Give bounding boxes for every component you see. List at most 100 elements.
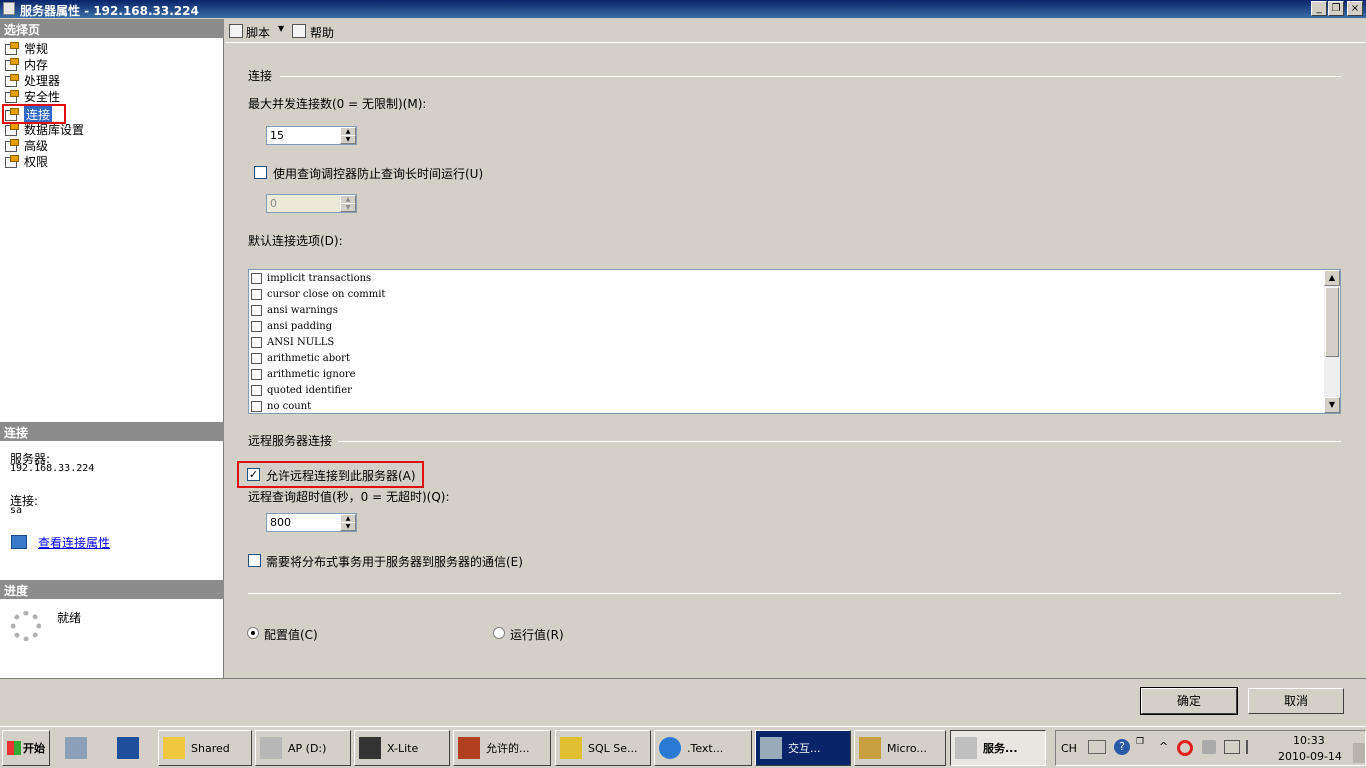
query-governor-spinner[interactable]: 0 ▲ ▼ [266, 194, 357, 213]
close-button[interactable]: × [1347, 1, 1363, 16]
antivirus-icon[interactable] [1177, 740, 1193, 756]
select-page-header: 选择页 [0, 19, 224, 38]
taskbar-item-drive[interactable]: AP (D:) [255, 730, 351, 766]
taskbar-item-microsoft[interactable]: Micro... [854, 730, 946, 766]
window-icon [3, 2, 15, 15]
title-bar: 服务器属性 - 192.168.33.224 _ ❐ × [0, 0, 1366, 18]
sql-server-icon [560, 737, 582, 759]
progress-panel: 就绪 [0, 599, 224, 678]
network-icon[interactable] [1224, 740, 1240, 754]
taskbar-item-interactive[interactable]: 交互... [755, 730, 851, 766]
taskbar-item-xlite[interactable]: X-Lite [354, 730, 450, 766]
remote-section-title: 远程服务器连接 [248, 434, 333, 448]
distributed-tx-checkbox[interactable] [248, 554, 261, 567]
taskbar-item-shared[interactable]: Shared [158, 730, 252, 766]
nav-item-permissions[interactable]: 权限 [4, 153, 48, 169]
keyboard-icon[interactable] [1088, 740, 1106, 754]
view-connection-properties-link[interactable]: 查看连接属性 [38, 534, 110, 551]
window-title: 服务器属性 - 192.168.33.224 [20, 4, 199, 18]
restore-icon[interactable]: ❐ [1136, 737, 1144, 747]
option-checkbox[interactable] [251, 272, 262, 284]
start-button[interactable]: 开始 [2, 730, 50, 766]
clock-date[interactable]: 2010-09-14 [1278, 750, 1342, 763]
nav-item-memory[interactable]: 内存 [4, 56, 48, 72]
query-governor-value: 0 [270, 197, 277, 210]
list-item[interactable]: no count [251, 398, 311, 414]
connection-properties-icon [11, 535, 27, 549]
list-item[interactable]: ansi padding [251, 318, 332, 334]
taskbar-item-sql[interactable]: SQL Se... [555, 730, 651, 766]
script-dropdown-icon[interactable]: ▼ [278, 24, 284, 33]
max-connections-spinner[interactable]: 15 ▲ ▼ [266, 126, 357, 145]
option-checkbox[interactable] [251, 368, 262, 380]
server-manager-icon [65, 737, 87, 759]
nav-item-security[interactable]: 安全性 [4, 88, 60, 104]
default-options-label: 默认连接选项(D): [248, 234, 343, 248]
spin-down-icon[interactable]: ▼ [340, 203, 356, 212]
config-value-radio[interactable] [247, 627, 259, 639]
taskbar-item-firewall[interactable]: 允许的... [453, 730, 551, 766]
taskbar-item-server-props[interactable]: 服务... [950, 730, 1046, 766]
flag-icon[interactable] [1246, 740, 1260, 754]
xlite-icon [359, 737, 381, 759]
option-checkbox[interactable] [251, 352, 262, 364]
taskbar-item-ie[interactable]: .Text... [654, 730, 752, 766]
scroll-up-icon[interactable]: ▲ [1324, 270, 1340, 286]
running-value-radio[interactable] [493, 627, 505, 639]
drive-icon [260, 737, 282, 759]
powershell-icon [117, 737, 139, 759]
language-indicator[interactable]: CH [1061, 742, 1077, 755]
nav-item-advanced[interactable]: 高级 [4, 137, 48, 153]
volume-muted-icon[interactable] [1202, 740, 1216, 754]
server-icon [955, 737, 977, 759]
list-item[interactable]: quoted identifier [251, 382, 352, 398]
list-item[interactable]: arithmetic abort [251, 350, 350, 366]
firewall-icon [458, 737, 480, 759]
conn-value: sa [10, 505, 23, 516]
script-button[interactable]: 脚本 [246, 24, 270, 41]
option-checkbox[interactable] [251, 400, 262, 412]
default-options-list[interactable]: implicit transactions cursor close on co… [248, 269, 1341, 414]
nav-panel: 常规 内存 处理器 安全性 连接 数据库设置 高级 权限 [0, 38, 224, 422]
list-item[interactable]: cursor close on commit [251, 286, 385, 302]
option-checkbox[interactable] [251, 288, 262, 300]
nav-item-processor[interactable]: 处理器 [4, 72, 60, 88]
max-connections-value: 15 [270, 129, 284, 142]
option-checkbox[interactable] [251, 320, 262, 332]
divider [338, 441, 1341, 442]
option-checkbox[interactable] [251, 384, 262, 396]
windows-logo-icon [7, 741, 21, 755]
ie-icon [659, 737, 681, 759]
option-checkbox[interactable] [251, 304, 262, 316]
minimize-button[interactable]: _ [1311, 1, 1327, 16]
query-governor-checkbox[interactable] [254, 166, 267, 179]
list-item[interactable]: ANSI NULLS [251, 334, 334, 350]
list-scrollbar[interactable]: ▲ ▼ [1324, 270, 1340, 413]
help-button[interactable]: 帮助 [310, 24, 334, 41]
list-item[interactable]: arithmetic ignore [251, 366, 356, 382]
option-checkbox[interactable] [251, 336, 262, 348]
clock-time[interactable]: 10:33 [1293, 734, 1325, 747]
page-icon [4, 42, 19, 55]
powershell-quicklaunch[interactable] [112, 730, 154, 766]
server-manager-quicklaunch[interactable] [60, 730, 106, 766]
distributed-tx-label: 需要将分布式事务用于服务器到服务器的通信(E) [266, 555, 523, 569]
list-item[interactable]: ansi warnings [251, 302, 338, 318]
cancel-button[interactable]: 取消 [1248, 688, 1344, 714]
scroll-down-icon[interactable]: ▼ [1324, 397, 1340, 413]
nav-item-general[interactable]: 常规 [4, 40, 48, 56]
ok-button[interactable]: 确定 [1140, 687, 1238, 715]
page-icon [4, 155, 19, 168]
list-item[interactable]: implicit transactions [251, 270, 371, 286]
remote-timeout-spinner[interactable]: 800 ▲ ▼ [266, 513, 357, 532]
page-icon [4, 90, 19, 103]
help-icon[interactable]: ? [1114, 739, 1130, 755]
chevron-up-icon[interactable]: ^ [1159, 740, 1168, 753]
restore-button[interactable]: ❐ [1328, 1, 1344, 16]
allow-remote-checkbox[interactable]: ✓ [247, 468, 260, 481]
show-desktop-button[interactable] [1353, 743, 1365, 763]
spin-down-icon[interactable]: ▼ [340, 135, 356, 144]
page-icon [4, 139, 19, 152]
spin-down-icon[interactable]: ▼ [340, 522, 356, 531]
scroll-thumb[interactable] [1325, 287, 1339, 357]
